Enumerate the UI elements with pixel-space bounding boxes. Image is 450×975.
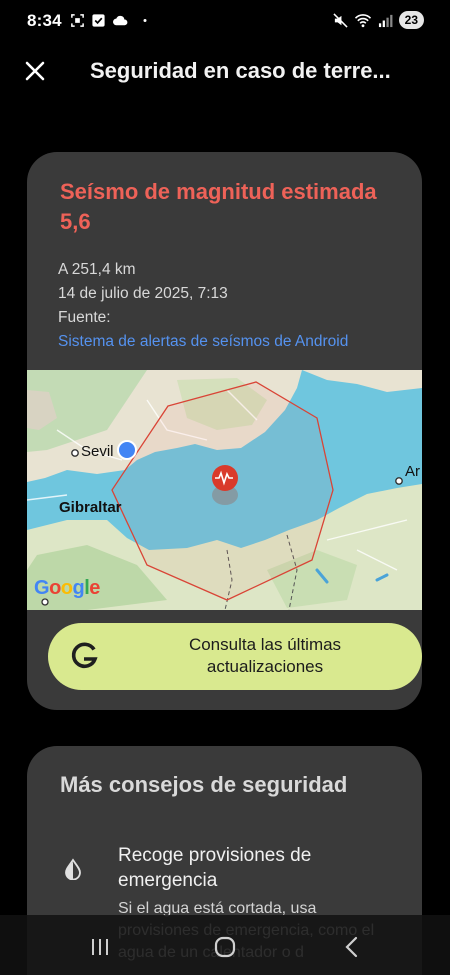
close-button[interactable] [18,54,52,88]
latest-updates-button[interactable]: Consulta las últimas actualizaciones [48,623,422,690]
status-left-icons [70,13,151,28]
earthquake-map[interactable]: Sevil Gibraltar Ar Google [27,370,422,610]
earthquake-title: Seísmo de magnitud estimada 5,6 [60,179,377,234]
earthquake-datetime: 14 de julio de 2025, 7:13 [58,285,228,302]
battery-level: 23 [398,11,424,29]
water-drop-icon [65,858,81,880]
wifi-icon [354,13,371,27]
close-icon [25,61,45,81]
source-link[interactable]: Sistema de alertas de seísmos de Android [58,330,348,354]
map-label-gibraltar: Gibraltar [59,499,122,516]
map-label-sevilla: Sevil [81,443,114,460]
signal-icon [378,14,393,27]
cloud-icon [113,15,128,26]
recents-button[interactable] [80,930,120,964]
latest-updates-label: Consulta las últimas actualizaciones [188,635,342,676]
status-time: 8:34 [27,11,62,30]
home-button[interactable] [205,930,245,964]
home-icon [214,936,236,958]
earthquake-distance: A 251,4 km [58,261,136,278]
back-button[interactable] [332,930,372,964]
page-title: Seguridad en caso de terre... [90,58,391,83]
google-g-icon [71,642,98,669]
map-label-right-city: Ar [405,463,420,480]
tip-title: Recoge provisiones de emergencia [118,845,312,891]
mute-icon [333,12,348,28]
status-right: 23 [333,11,424,29]
app-bar: Seguridad en caso de terre... [0,44,450,98]
source-label: Fuente: [58,309,111,326]
map-graphic [27,370,422,610]
back-icon [345,936,358,958]
google-logo: Google [34,577,100,599]
earthquake-info: A 251,4 km 14 de julio de 2025, 7:13 Fue… [58,258,348,354]
screenshot-icon [71,14,84,27]
checkbox-icon [92,14,105,27]
recents-icon [92,939,108,955]
earthquake-card: Seísmo de magnitud estimada 5,6 A 251,4 … [27,152,422,710]
status-bar: 8:34 23 [0,0,450,44]
navigation-bar [0,915,450,975]
safety-tips-title: Más consejos de seguridad [60,772,348,797]
dot-icon [143,19,147,22]
